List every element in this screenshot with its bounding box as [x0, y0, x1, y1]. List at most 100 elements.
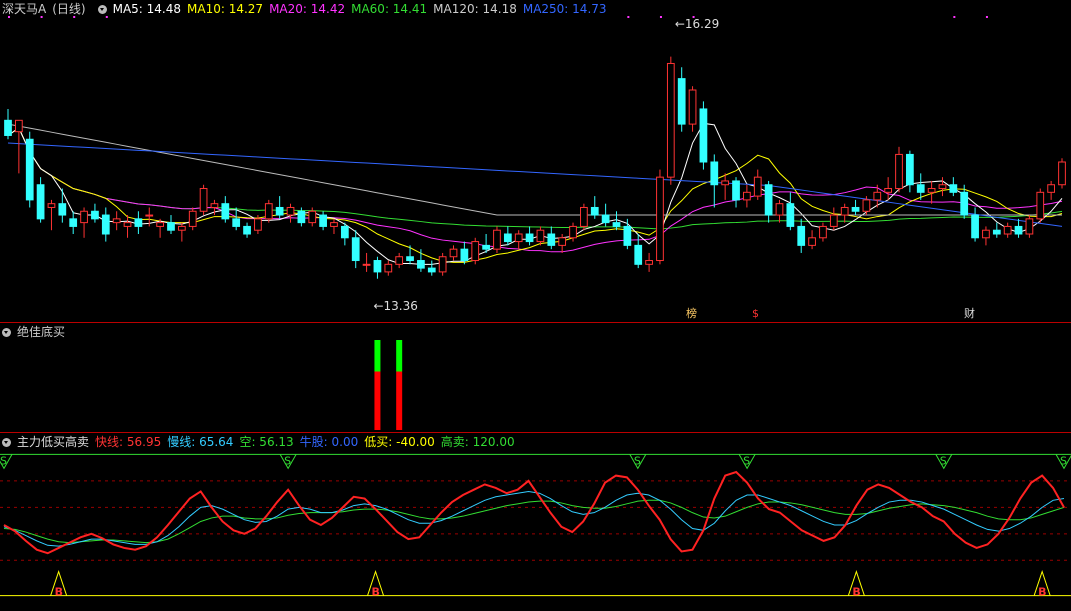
candle-body	[895, 153, 903, 190]
candle-body	[112, 218, 121, 224]
candle-body	[308, 210, 317, 224]
tag-finance-icon[interactable]: 财	[964, 306, 975, 322]
top-marker	[8, 16, 10, 18]
signal-bar-red	[374, 371, 381, 430]
candle-body	[764, 184, 773, 216]
candle-body	[590, 206, 599, 216]
candle-body	[351, 237, 360, 262]
ma60-line	[7, 127, 1063, 230]
candle-body	[25, 138, 34, 201]
candle-body	[721, 180, 730, 186]
candle-body	[395, 256, 404, 265]
candle-body	[134, 218, 143, 227]
candle-body	[1047, 184, 1056, 193]
candle-body	[536, 229, 545, 243]
candle-body	[264, 203, 273, 220]
candle-body	[688, 89, 697, 125]
candle-body	[1025, 218, 1034, 235]
high-price-label: ←16.29	[674, 17, 720, 31]
candle-body	[927, 188, 936, 193]
candle-body	[623, 225, 632, 246]
candle-body	[569, 225, 577, 239]
candle-body	[47, 203, 56, 208]
candle-body	[417, 260, 425, 269]
ma10-line	[7, 127, 1063, 263]
candle-body	[677, 78, 686, 125]
candle-body	[145, 214, 154, 217]
top-marker	[73, 16, 76, 18]
sell-signal-label: S	[634, 454, 641, 467]
candle-body	[406, 256, 414, 262]
candle-body	[775, 203, 784, 216]
signal-bar-red	[396, 371, 403, 430]
fast-line	[3, 470, 1065, 555]
candle-body	[362, 263, 371, 266]
signal-bar-green	[396, 340, 403, 372]
top-marker	[627, 16, 630, 18]
candle-body	[340, 225, 349, 239]
ma120-line	[7, 123, 1062, 216]
candle-body	[645, 260, 653, 265]
sell-signal-label: S	[0, 454, 7, 467]
candle-body	[1036, 191, 1045, 220]
candle-body	[743, 191, 751, 201]
tag-dollar-icon[interactable]: $	[752, 306, 759, 322]
low-price-label: ←13.36	[373, 299, 418, 313]
candle-body	[4, 119, 12, 136]
ma5-line	[7, 122, 1063, 265]
ma20-line	[7, 127, 1063, 253]
candle-body	[906, 153, 914, 186]
sell-signal-label: S	[1060, 454, 1067, 467]
candle-body	[493, 229, 501, 250]
candle-body	[91, 210, 99, 220]
candle-body	[80, 210, 88, 224]
sell-signal-label: S	[743, 454, 750, 467]
candle-body	[101, 214, 110, 235]
candle-body	[36, 184, 45, 220]
tag-list-icon[interactable]: 榜	[686, 306, 697, 322]
candle-body	[580, 206, 588, 227]
candle-body	[971, 214, 979, 239]
candle-body	[873, 191, 882, 201]
stock-chart[interactable]: S S S S S S B B B B	[0, 0, 1071, 611]
buy-signal-label: B	[1038, 586, 1046, 599]
sell-signal-label: S	[284, 454, 291, 467]
candle-body	[427, 267, 436, 273]
candle-body	[797, 225, 806, 246]
top-marker	[953, 16, 956, 18]
candle-body	[514, 233, 523, 243]
top-marker	[40, 16, 43, 18]
candle-body	[982, 229, 990, 239]
candle-body	[829, 214, 838, 227]
candle-body	[438, 256, 447, 273]
candle-body	[851, 206, 860, 212]
candle-body	[232, 218, 241, 227]
candle-body	[601, 214, 610, 224]
candle-body	[123, 222, 132, 227]
buy-signal-label: B	[55, 586, 63, 599]
candle-body	[243, 225, 251, 235]
candle-body	[167, 222, 175, 231]
candle-body	[558, 237, 567, 246]
signal-bar-green	[374, 340, 381, 372]
buy-signal-label: B	[372, 586, 380, 599]
kong-line	[3, 499, 1065, 544]
candle-body	[210, 203, 219, 208]
candle-body	[199, 188, 208, 212]
slow-line	[3, 490, 1065, 547]
candle-body	[58, 203, 67, 216]
candle-body	[384, 263, 393, 273]
candle-body	[666, 62, 675, 178]
candle-body	[373, 260, 382, 273]
candle-body	[938, 184, 947, 190]
candle-body	[753, 176, 762, 197]
top-marker	[659, 16, 662, 18]
candle-body	[449, 248, 458, 258]
candle-body	[286, 206, 295, 216]
candle-body	[916, 184, 925, 193]
candle-body	[710, 161, 719, 186]
candle-body	[503, 233, 512, 243]
top-marker	[105, 16, 108, 18]
candle-body	[786, 203, 795, 227]
candle-body	[949, 184, 958, 193]
